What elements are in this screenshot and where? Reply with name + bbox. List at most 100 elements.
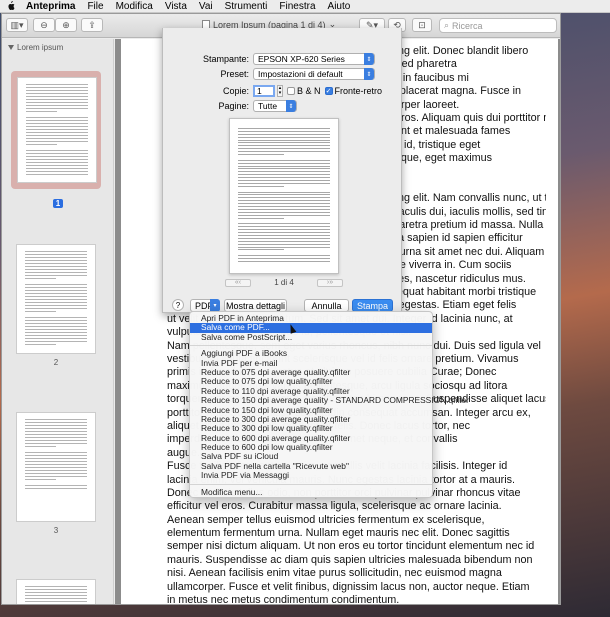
thumbnail-text-line [26,111,57,112]
print-label: Stampa [356,300,389,311]
duplex-label: Fronte-retro [334,86,383,96]
thumbnail-page-4[interactable] [16,579,96,604]
thumbnail-text-line [238,260,330,262]
preview-navigation: «‹ 1 di 4 ›» [225,278,343,287]
thumbnail-text-line [26,174,88,175]
select-arrows-icon: ⇕ [364,53,374,65]
menu-finestra[interactable]: Finestra [279,0,315,13]
search-field[interactable]: ⌕ Ricerca [439,18,557,33]
thumbnail-text-line [25,592,87,593]
thumbnail-text-line [25,452,87,453]
toolbox-button[interactable]: ⊡ [412,18,432,32]
menu-app-name[interactable]: Anteprima [26,0,75,13]
thumbnail-text-line [25,458,87,459]
menu-item-edit-menu[interactable]: Modifica menu... [190,487,432,497]
thumbnail-sidebar: Lorem ipsum 1 2 3 [2,39,114,604]
thumbnail-text-line [238,142,330,144]
thumbnail-page-3[interactable]: 3 [16,412,96,535]
zoom-in-button[interactable]: ⊕ [55,18,77,32]
search-icon: ⌕ [444,20,450,30]
thumbnail-text-line [238,145,330,147]
document-text-line: in metus nec metus condimentum condiment… [167,594,400,605]
printer-select[interactable]: EPSON XP-620 Series ⇕ [253,53,375,65]
thumbnail-text-line [238,232,330,234]
copies-input[interactable]: 1 [253,85,275,97]
help-button[interactable]: ? [172,299,184,311]
thumbnail-text-line [25,488,87,489]
document-text-line: nisi. Aenean facilisis enim vitae purus … [167,567,502,580]
thumbnail-text-line [238,194,330,196]
thumbnail-page-1[interactable] [11,71,101,189]
menu-item-pdf-service[interactable]: Invia PDF via Messaggi [190,470,432,480]
thumbnail-page-2[interactable]: 2 [16,244,96,367]
thumbnail-image [17,77,97,183]
thumbnail-text-line [25,275,87,276]
thumbnail-text-line [238,197,330,199]
thumbnail-text-line [26,153,88,154]
zoom-out-button[interactable]: ⊖ [33,18,55,32]
document-text-line: semper nisi dictum aliquam. Ut non eros … [167,540,535,553]
thumbnail-text-line [238,182,330,184]
thumbnail-text-line [238,243,330,245]
thumbnail-text-line [25,260,87,261]
thumbnail-text-line [25,482,87,483]
bw-checkbox[interactable] [287,87,295,95]
preset-select[interactable]: Impostazioni di default ⇕ [253,68,375,80]
thumbnail-text-line [238,154,284,156]
thumbnail-text-line [238,128,330,129]
thumbnail-text-line [25,290,87,291]
thumbnail-text-line [238,174,330,176]
thumbnail-text-line [238,240,330,242]
thumbnail-text-line [238,139,330,141]
thumbnail-text-line [26,108,88,109]
page-number-label: 1 [52,199,64,208]
thumbnail-text-line [25,422,87,423]
thumbnail-text-line [238,148,330,150]
preset-row: Preset: Impostazioni di default ⇕ [171,68,375,80]
sidebar-header[interactable]: Lorem ipsum [2,39,113,52]
thumbnail-text-line [26,126,88,127]
menu-modifica[interactable]: Modifica [116,0,153,13]
menu-bar: Anteprima File Modifica Vista Vai Strume… [0,0,610,13]
menu-item-save-as-postscript[interactable]: Salva come PostScript... [190,332,432,342]
pages-select[interactable]: Tutte ⇕ [253,100,297,112]
thumbnail-text-line [26,138,88,139]
thumbnail-text-line [26,120,88,121]
thumbnail-text-line [26,171,88,172]
thumbnail-text-line [25,308,87,309]
next-page-button[interactable]: ›» [316,278,343,287]
thumbnail-text-line [25,332,87,333]
thumbnail-text-line [26,165,88,166]
thumbnail-text-line [26,129,88,130]
share-button[interactable]: ⇪ [81,18,103,32]
duplex-checkbox[interactable]: ✓ [324,87,333,95]
disclosure-triangle-icon[interactable] [8,45,14,50]
thumbnail-text-line [238,203,330,205]
thumbnail-text-line [238,211,330,213]
toolbox-icon: ⊡ [418,19,426,30]
apple-logo-icon[interactable] [6,1,16,11]
thumbnail-text-line [25,263,87,264]
menu-strumenti[interactable]: Strumenti [225,0,268,13]
thumbnail-text-line [25,314,87,315]
select-arrows-icon: ⇕ [364,68,374,80]
menu-vai[interactable]: Vai [199,0,213,13]
menu-aiuto[interactable]: Aiuto [328,0,351,13]
thumbnail-text-line [25,440,87,441]
previous-page-button[interactable]: «‹ [225,278,251,287]
thumbnail-text-line [25,305,87,306]
thumbnail-text-line [238,185,284,187]
sidebar-toggle-button[interactable]: ▥▾ [6,18,28,32]
search-placeholder: Ricerca [452,20,483,31]
thumbnail-text-line [238,191,330,193]
menu-file[interactable]: File [87,0,103,13]
thumbnail-text-line [25,299,87,300]
thumbnail-text-line [25,311,56,312]
zoom-out-icon: ⊖ [40,19,48,30]
thumbnail-text-line [238,177,330,179]
thumbnail-text-line [26,117,88,118]
thumbnail-image [16,579,96,604]
menu-vista[interactable]: Vista [165,0,187,13]
copies-stepper[interactable]: ▴ ▾ [277,85,283,97]
bw-label: B & N [297,86,321,96]
